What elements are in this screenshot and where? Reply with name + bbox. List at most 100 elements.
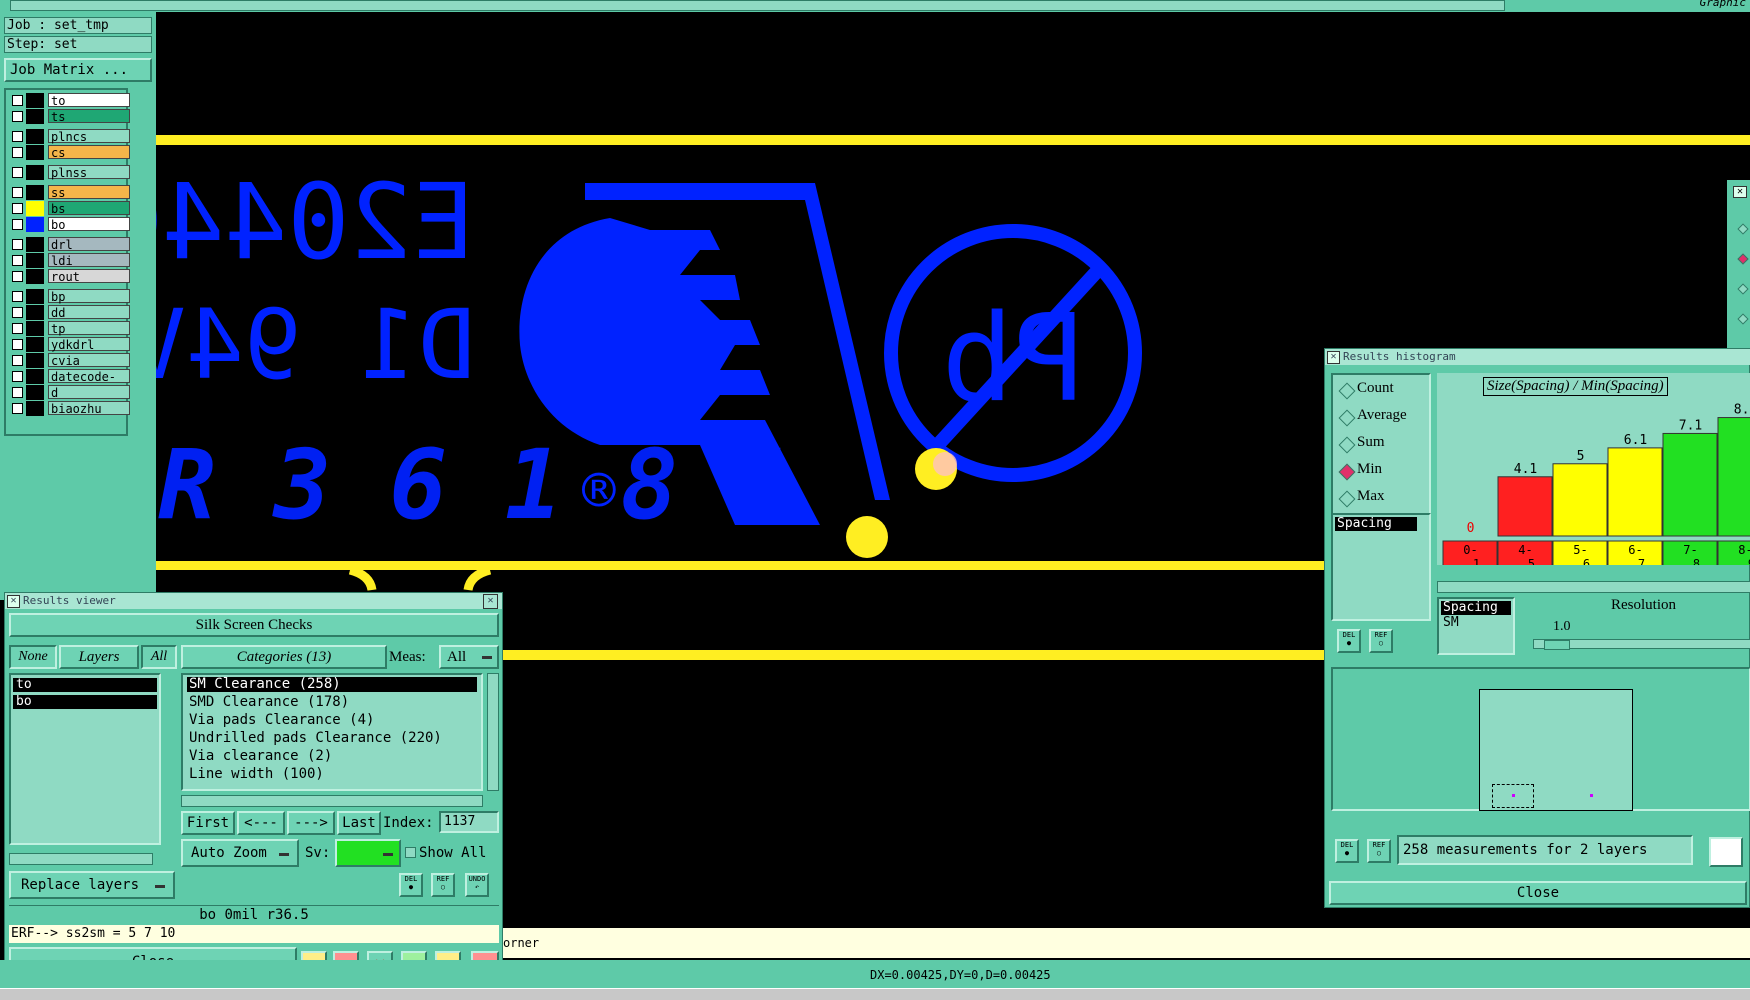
close-icon[interactable]: ✕ xyxy=(1733,186,1747,198)
layer-name[interactable]: d xyxy=(48,385,130,400)
layer-checkbox[interactable] xyxy=(12,203,23,214)
histogram-bar[interactable] xyxy=(1552,463,1608,537)
layer-row-bo[interactable]: bo xyxy=(8,217,130,232)
layer-checkbox[interactable] xyxy=(12,255,23,266)
layer-row-tp[interactable]: tp xyxy=(8,321,130,336)
category-list[interactable]: SM Clearance (258) SMD Clearance (178) V… xyxy=(181,673,483,791)
window-menu-icon[interactable]: ✕ xyxy=(7,595,20,608)
layer-checkbox[interactable] xyxy=(12,387,23,398)
layer-name[interactable]: cvia xyxy=(48,353,130,368)
none-button[interactable]: None xyxy=(9,645,57,669)
first-button[interactable]: First xyxy=(181,811,235,835)
mode-radio-count[interactable] xyxy=(1338,382,1356,400)
mode-radio-average[interactable] xyxy=(1338,409,1356,427)
window-menu-icon[interactable]: ✕ xyxy=(1327,351,1340,364)
layer-row-biaozhu[interactable]: biaozhu xyxy=(8,401,130,416)
chart-icon[interactable] xyxy=(1709,837,1743,867)
layer-row-plncs[interactable]: plncs xyxy=(8,129,130,144)
layer-checkbox[interactable] xyxy=(12,271,23,282)
undo-icon[interactable]: UNDO ↶ xyxy=(465,873,489,897)
layer-row-bp[interactable]: bp xyxy=(8,289,130,304)
preview-box[interactable] xyxy=(1479,689,1633,811)
histogram-bar[interactable] xyxy=(1607,447,1663,537)
histogram-titlebar[interactable]: Results histogram ✕ xyxy=(1325,349,1750,365)
spacing-list[interactable]: Spacing xyxy=(1331,513,1431,621)
layer-name[interactable]: dd xyxy=(48,305,130,320)
show-all-checkbox[interactable] xyxy=(405,847,416,858)
layer-name[interactable]: tp xyxy=(48,321,130,336)
del-icon[interactable]: DEL ● xyxy=(1337,629,1361,653)
layer-checkbox[interactable] xyxy=(12,355,23,366)
slider-handle[interactable] xyxy=(1544,640,1570,650)
histogram-bar[interactable] xyxy=(1497,476,1553,537)
layer-name[interactable]: ts xyxy=(48,109,130,124)
layer-checkbox[interactable] xyxy=(12,219,23,230)
ref-icon[interactable]: REF ○ xyxy=(431,873,455,897)
mode-radio-sum[interactable] xyxy=(1338,436,1356,454)
layer-row-cs[interactable]: cs xyxy=(8,145,130,160)
layer-name[interactable]: bp xyxy=(48,289,130,304)
scrollbar-vertical[interactable] xyxy=(487,673,499,791)
field-list[interactable]: Spacing SM xyxy=(1437,597,1515,655)
categories-button[interactable]: Categories (13) xyxy=(181,645,387,669)
layer-name[interactable]: biaozhu xyxy=(48,401,130,416)
radio-icon[interactable] xyxy=(1737,223,1749,235)
index-input[interactable]: 1137 xyxy=(439,811,499,833)
list-item[interactable]: SM Clearance (258) xyxy=(187,677,477,692)
layer-checkbox[interactable] xyxy=(12,323,23,334)
replace-layers-select[interactable]: Replace layers xyxy=(9,871,175,899)
layer-row-drl[interactable]: drl xyxy=(8,237,130,252)
top-bar-field[interactable] xyxy=(10,0,1505,11)
list-item[interactable]: Spacing xyxy=(1335,517,1417,531)
layer-row-rout[interactable]: rout xyxy=(8,269,130,284)
ref-icon[interactable]: REF ○ xyxy=(1369,629,1393,653)
all-button[interactable]: All xyxy=(141,645,177,669)
layer-name[interactable]: rout xyxy=(48,269,130,284)
ref-icon[interactable]: REF ○ xyxy=(1367,839,1391,863)
layer-checkbox[interactable] xyxy=(12,167,23,178)
layer-checkbox[interactable] xyxy=(12,371,23,382)
close-icon[interactable]: ✕ xyxy=(483,594,498,609)
layer-checkbox[interactable] xyxy=(12,187,23,198)
layer-name[interactable]: to xyxy=(48,93,130,108)
radio-icon[interactable] xyxy=(1737,313,1749,325)
layer-row-dd[interactable]: dd xyxy=(8,305,130,320)
layer-checkbox[interactable] xyxy=(12,291,23,302)
layer-row-cvia[interactable]: cvia xyxy=(8,353,130,368)
layer-checkbox[interactable] xyxy=(12,95,23,106)
layer-name[interactable]: ydkdrl xyxy=(48,337,130,352)
layers-button[interactable]: Layers xyxy=(59,645,139,669)
radio-icon[interactable] xyxy=(1737,283,1749,295)
list-item[interactable]: Via pads Clearance (4) xyxy=(187,713,477,728)
layer-checkbox[interactable] xyxy=(12,307,23,318)
meas-select[interactable]: All xyxy=(439,645,499,669)
scrollbar-horizontal[interactable] xyxy=(9,853,153,865)
layer-name[interactable]: bs xyxy=(48,201,130,216)
layer-name[interactable]: plnss xyxy=(48,165,130,180)
layer-row-ts[interactable]: ts xyxy=(8,109,130,124)
list-item[interactable]: Line width (100) xyxy=(187,767,477,782)
mode-radio-max[interactable] xyxy=(1338,490,1356,508)
layer-name[interactable]: ss xyxy=(48,185,130,200)
layer-name[interactable]: drl xyxy=(48,237,130,252)
layer-checkbox[interactable] xyxy=(12,131,23,142)
layer-name[interactable]: ldi xyxy=(48,253,130,268)
layer-row-plnss[interactable]: plnss xyxy=(8,165,130,180)
layer-checkbox[interactable] xyxy=(12,239,23,250)
results-viewer-titlebar[interactable]: Results viewer ✕ ✕ xyxy=(5,593,502,609)
histogram-bar[interactable] xyxy=(1662,432,1718,537)
radio-icon[interactable] xyxy=(1737,253,1749,265)
layer-row-d[interactable]: d xyxy=(8,385,130,400)
list-item[interactable]: to xyxy=(13,678,157,692)
next-button[interactable]: ---> xyxy=(287,811,335,835)
list-item[interactable]: Spacing xyxy=(1441,601,1511,615)
layer-row-ldi[interactable]: ldi xyxy=(8,253,130,268)
auto-zoom-select[interactable]: Auto Zoom xyxy=(181,839,299,867)
del-icon[interactable]: DEL ● xyxy=(1335,839,1359,863)
job-matrix-button[interactable]: Job Matrix ... xyxy=(4,58,152,82)
last-button[interactable]: Last xyxy=(337,811,381,835)
histogram-bar[interactable] xyxy=(1717,417,1750,537)
layer-name[interactable]: bo xyxy=(48,217,130,232)
prev-button[interactable]: <--- xyxy=(237,811,285,835)
layer-checkbox[interactable] xyxy=(12,147,23,158)
